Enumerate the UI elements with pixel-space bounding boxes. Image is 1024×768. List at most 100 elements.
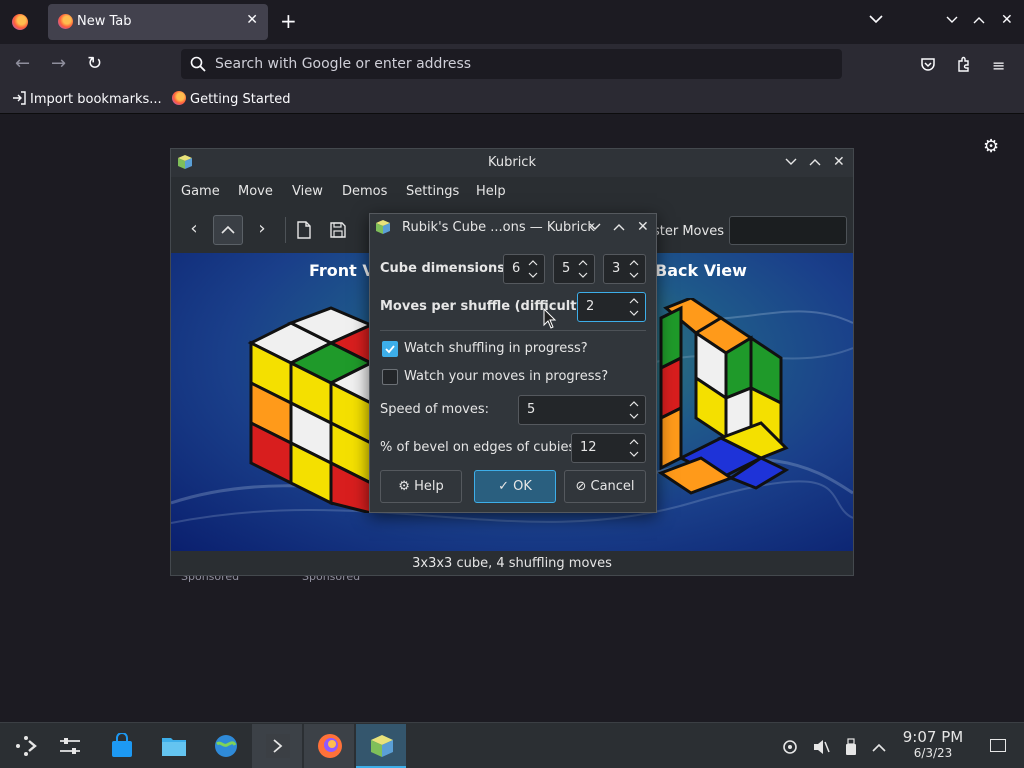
front-view-title: Front V xyxy=(309,261,375,280)
forward-icon[interactable]: → xyxy=(51,54,66,74)
menu-settings[interactable]: Settings xyxy=(406,184,459,199)
close-icon[interactable]: ✕ xyxy=(637,219,649,235)
menu-help[interactable]: Help xyxy=(476,184,506,199)
import-icon xyxy=(13,91,26,105)
settings-dialog: Rubik's Cube ...ons — Kubrick ✕ Cube dim… xyxy=(369,213,657,513)
move-up-icon[interactable] xyxy=(213,215,243,245)
browser-nav-bar: ← → ↻ Search with Google or enter addres… xyxy=(0,44,1024,86)
back-view-title: Back View xyxy=(655,261,747,280)
usb-device-icon[interactable] xyxy=(845,738,857,760)
ok-button[interactable]: ✓ OK xyxy=(474,470,556,503)
taskbar: 9:07 PM 6/3/23 xyxy=(0,722,1024,768)
firefox-icon xyxy=(172,91,186,105)
task-discover[interactable] xyxy=(96,724,146,768)
system-tray-expand-icon[interactable] xyxy=(872,738,886,757)
mouse-cursor-icon xyxy=(543,308,557,329)
task-system-settings[interactable] xyxy=(200,724,250,768)
task-file-manager[interactable] xyxy=(148,724,198,768)
new-game-icon[interactable] xyxy=(289,215,319,245)
firefox-icon xyxy=(318,734,342,758)
back-icon[interactable]: ← xyxy=(15,54,30,74)
close-tab-icon[interactable]: ✕ xyxy=(246,12,258,28)
launcher-icon xyxy=(16,736,37,756)
bookmark-import[interactable]: Import bookmarks... xyxy=(12,91,162,107)
firefox-icon xyxy=(58,14,73,29)
menu-icon[interactable]: ≡ xyxy=(992,56,1005,75)
clock-time: 9:07 PM xyxy=(902,728,964,746)
kubrick-title: Kubrick xyxy=(487,155,536,170)
bevel-spinbox[interactable]: 12 xyxy=(571,433,646,463)
menu-view[interactable]: View xyxy=(292,184,323,199)
menu-move[interactable]: Move xyxy=(238,184,273,199)
search-icon xyxy=(190,56,206,72)
master-moves-input[interactable] xyxy=(729,216,847,245)
moves-per-shuffle-label: Moves per shuffle (difficulty): xyxy=(380,299,597,314)
tab-title: New Tab xyxy=(77,14,132,29)
kubrick-app-icon xyxy=(376,220,390,234)
digital-clock[interactable]: 9:07 PM 6/3/23 xyxy=(897,728,969,760)
task-settings-panel[interactable] xyxy=(44,724,94,768)
application-launcher[interactable] xyxy=(0,724,50,768)
checkmark-icon xyxy=(385,345,395,354)
dimension-x-spinbox[interactable]: 6 xyxy=(503,254,545,284)
spin-arrows-icon[interactable] xyxy=(629,399,639,421)
speed-spinbox[interactable]: 5 xyxy=(518,395,646,425)
dimension-z-spinbox[interactable]: 3 xyxy=(603,254,646,284)
watch-moves-label[interactable]: Watch your moves in progress? xyxy=(404,369,608,384)
kubrick-titlebar[interactable]: Kubrick ✕ xyxy=(171,149,853,177)
bookmark-getting-started[interactable]: Getting Started xyxy=(172,91,291,107)
close-icon[interactable]: ✕ xyxy=(833,154,845,170)
task-kubrick[interactable] xyxy=(356,724,406,768)
extensions-icon[interactable] xyxy=(956,56,972,76)
kubrick-statusbar: 3x3x3 cube, 4 shuffling moves xyxy=(171,553,853,575)
spin-arrows-icon[interactable] xyxy=(578,258,588,280)
tab-new-tab[interactable]: New Tab ✕ xyxy=(48,4,268,40)
pocket-icon[interactable] xyxy=(920,56,936,76)
firefox-view-icon[interactable] xyxy=(12,14,28,30)
cancel-button[interactable]: ⊘ Cancel xyxy=(564,470,646,503)
watch-moves-checkbox[interactable] xyxy=(382,369,398,385)
spin-arrows-icon[interactable] xyxy=(629,258,639,280)
kde-connect-icon[interactable] xyxy=(781,738,799,760)
maximize-icon[interactable] xyxy=(809,154,821,170)
spin-arrows-icon[interactable] xyxy=(528,258,538,280)
help-icon: ⚙ xyxy=(398,479,410,494)
volume-muted-icon[interactable] xyxy=(812,738,830,760)
maximize-icon[interactable] xyxy=(613,219,625,235)
save-icon[interactable] xyxy=(323,215,353,245)
address-bar[interactable]: Search with Google or enter address xyxy=(181,49,842,79)
bookmarks-toolbar: Import bookmarks... Getting Started xyxy=(0,86,1024,114)
browser-tab-bar: New Tab ✕ + ✕ xyxy=(0,0,1024,44)
menu-demos[interactable]: Demos xyxy=(342,184,387,199)
spin-arrows-icon[interactable] xyxy=(629,296,639,318)
spin-arrows-icon[interactable] xyxy=(629,437,639,459)
watch-shuffling-checkbox[interactable] xyxy=(382,341,398,357)
clock-date: 6/3/23 xyxy=(913,746,953,760)
settings-globe-icon xyxy=(215,735,237,757)
list-tabs-icon[interactable] xyxy=(869,12,883,28)
address-placeholder: Search with Google or enter address xyxy=(215,56,472,72)
minimize-icon[interactable] xyxy=(946,12,958,28)
show-desktop-icon[interactable] xyxy=(990,739,1006,752)
maximize-icon[interactable] xyxy=(973,12,985,28)
kubrick-menubar: Game Move View Demos Settings Help xyxy=(171,179,853,205)
watch-shuffling-label[interactable]: Watch shuffling in progress? xyxy=(404,341,588,356)
moves-per-shuffle-spinbox[interactable]: 2 xyxy=(577,292,646,322)
redo-move-icon[interactable]: › xyxy=(247,215,277,245)
new-tab-settings-icon[interactable]: ⚙ xyxy=(983,136,999,157)
minimize-icon[interactable] xyxy=(785,154,797,170)
new-tab-icon[interactable]: + xyxy=(280,10,297,32)
kubrick-app-icon xyxy=(371,735,393,757)
speed-label: Speed of moves: xyxy=(380,402,490,417)
dialog-titlebar[interactable]: Rubik's Cube ...ons — Kubrick ✕ xyxy=(370,214,656,242)
help-button[interactable]: ⚙ Help xyxy=(380,470,462,503)
dialog-separator xyxy=(380,330,646,331)
minimize-icon[interactable] xyxy=(589,219,601,235)
menu-game[interactable]: Game xyxy=(181,184,220,199)
task-firefox[interactable] xyxy=(304,724,354,768)
task-konsole[interactable] xyxy=(252,724,302,768)
undo-move-icon[interactable]: ‹ xyxy=(179,215,209,245)
reload-icon[interactable]: ↻ xyxy=(87,54,102,74)
close-window-icon[interactable]: ✕ xyxy=(1001,12,1013,28)
dimension-y-spinbox[interactable]: 5 xyxy=(553,254,595,284)
